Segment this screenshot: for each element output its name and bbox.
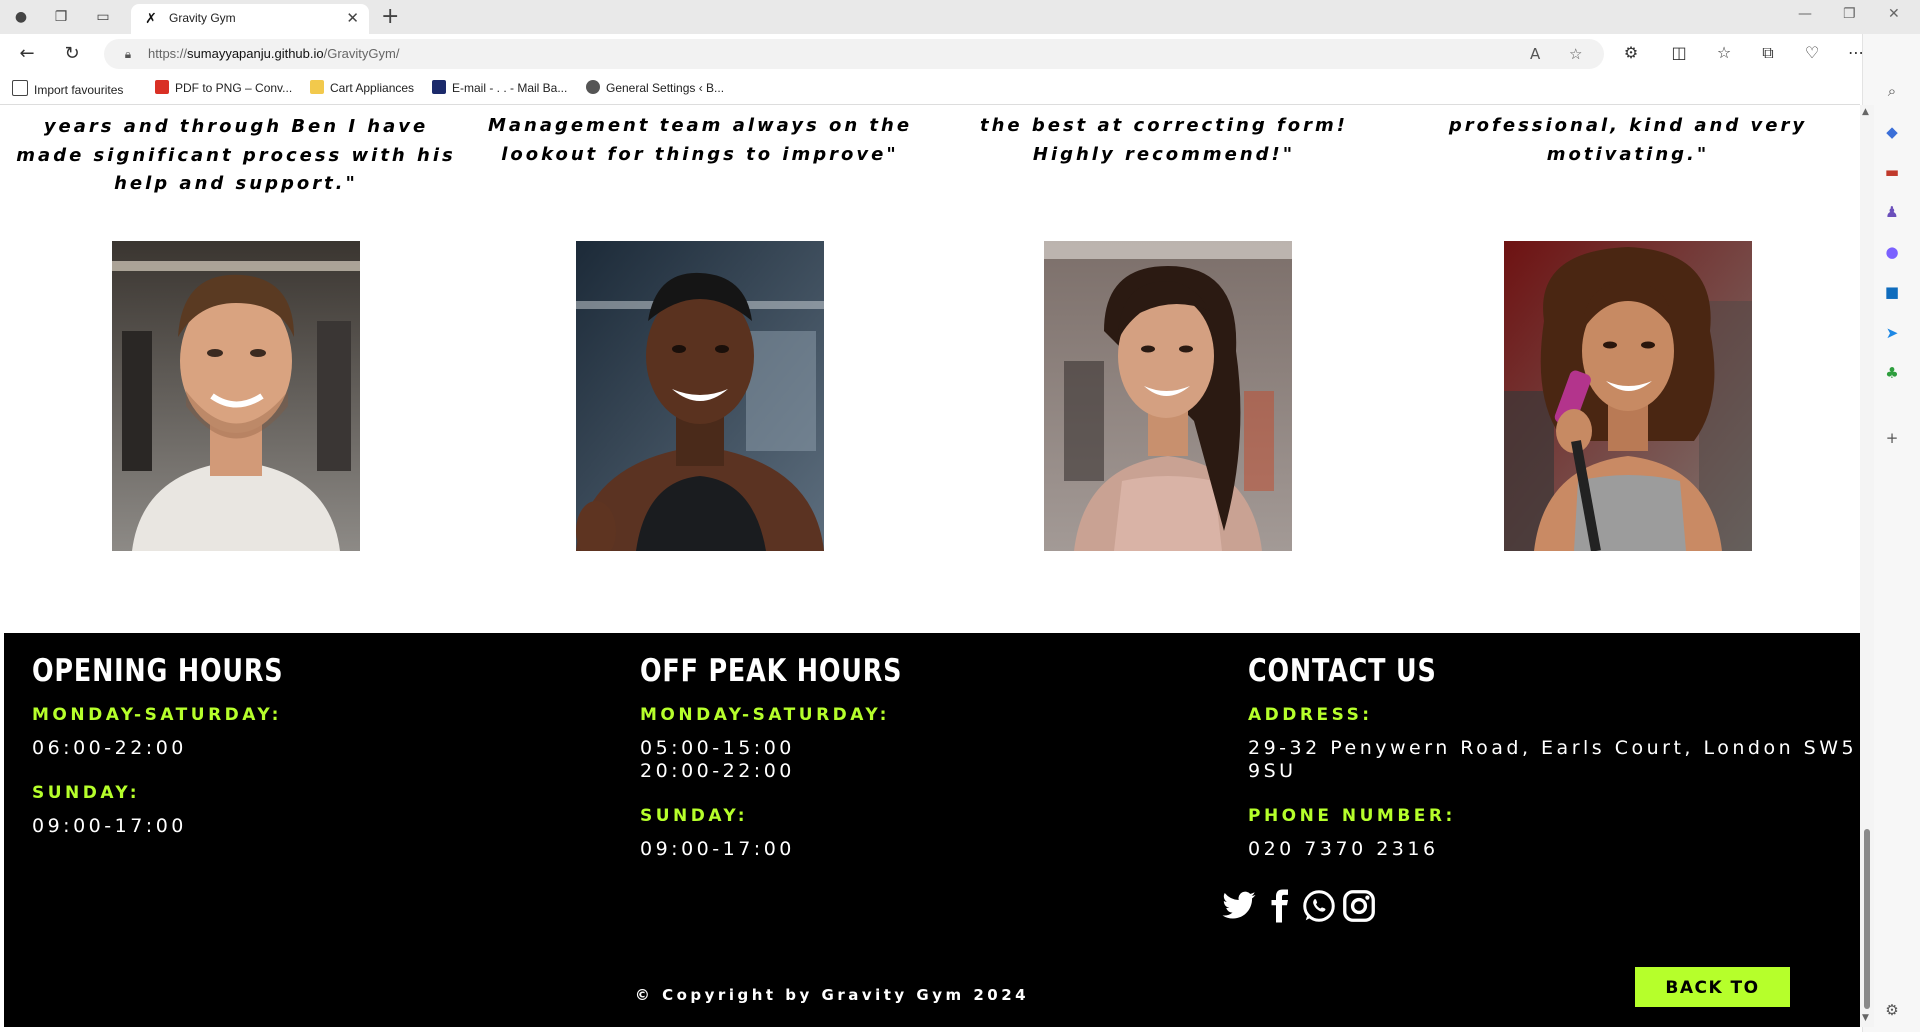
import-icon [12, 80, 28, 96]
sidebar-settings-icon[interactable]: ⚙ [1882, 1000, 1902, 1020]
site-footer: OPENING HOURS MONDAY-SATURDAY: 06:00-22:… [4, 633, 1860, 1027]
phone-label: PHONE NUMBER: [1248, 806, 1456, 826]
testimonial-photo [576, 241, 824, 551]
bookmark-pdf-to-png[interactable]: PDF to PNG – Conv... [155, 80, 292, 95]
url-text[interactable]: https://sumayyapanju.github.io/GravityGy… [148, 46, 399, 61]
scrollbar-thumb[interactable] [1864, 829, 1870, 1009]
tree-icon[interactable]: ♣ [1882, 363, 1902, 383]
bookmark-general-settings[interactable]: General Settings ‹ B... [586, 80, 724, 95]
weekday-label: MONDAY-SATURDAY: [32, 705, 282, 725]
facebook-icon[interactable] [1261, 888, 1297, 924]
testimonial-quote: professional, kind and very motivating." [1448, 115, 1808, 165]
add-sidebar-app-icon[interactable]: + [1882, 428, 1902, 448]
sunday-hours: 09:00-17:00 [640, 838, 795, 860]
contact-heading: CONTACT US [1248, 653, 1437, 689]
wordpress-icon [586, 80, 600, 94]
testimonial-quote: Management team always on the lookout fo… [487, 115, 913, 165]
sunday-label: SUNDAY: [32, 783, 141, 803]
page-viewport: years and through Ben I have made signif… [4, 105, 1860, 1027]
refresh-icon[interactable]: ↻ [61, 43, 83, 65]
mail-icon [432, 80, 446, 94]
page-scrollbar[interactable]: ▲ ▼ [1860, 105, 1874, 1027]
weekday-hours-morning: 05:00-15:00 [640, 737, 795, 759]
weekday-hours: 06:00-22:00 [32, 737, 187, 759]
games-icon[interactable]: ♟ [1882, 202, 1902, 222]
testimonial-quote: years and through Ben I have made signif… [16, 116, 456, 194]
bookmark-import-favourites[interactable]: Import favourites [12, 80, 123, 97]
address-toolbar: ← ↻ 🔒︎ https://sumayyapanju.github.io/Gr… [0, 34, 1920, 74]
weekday-label: MONDAY-SATURDAY: [640, 705, 890, 725]
split-screen-icon[interactable]: ◫ [1668, 43, 1690, 62]
tools-icon[interactable]: ▬ [1882, 162, 1902, 182]
bookmark-email[interactable]: E-mail - . . - Mail Ba... [432, 80, 567, 95]
phone-number: 020 7370 2316 [1248, 838, 1439, 860]
new-tab-icon[interactable]: + [381, 4, 399, 29]
favorite-star-icon[interactable]: ☆ [1569, 45, 1582, 63]
workspaces-icon[interactable]: ❐ [52, 8, 70, 26]
collections-icon[interactable]: ⧉ [1757, 43, 1779, 63]
close-tab-icon[interactable]: ✕ [346, 9, 359, 27]
browser-tab-strip: ● ❐ ▭ ✗ Gravity Gym ✕ + — ❐ ✕ [0, 0, 1920, 34]
scroll-up-arrow-icon[interactable]: ▲ [1862, 107, 1869, 117]
address-label: ADDRESS: [1248, 705, 1373, 725]
testimonial-photo [1044, 241, 1292, 551]
copilot-apps-icon[interactable]: ● [1882, 242, 1902, 262]
instagram-icon[interactable] [1341, 888, 1377, 924]
shopping-tag-icon[interactable]: ◆ [1882, 122, 1902, 142]
testimonial-photo [112, 241, 360, 551]
bookmark-cart-appliances[interactable]: Cart Appliances [310, 80, 414, 95]
bookmarks-bar: Import favourites PDF to PNG – Conv... C… [0, 74, 1860, 105]
close-window-icon[interactable]: ✕ [1888, 6, 1900, 22]
extensions-icon[interactable]: ⚙ [1620, 43, 1642, 62]
whatsapp-icon[interactable] [1301, 888, 1337, 924]
testimonials-section: years and through Ben I have made signif… [4, 105, 1860, 625]
search-icon[interactable]: ⌕ [1882, 81, 1902, 101]
scroll-down-arrow-icon[interactable]: ▼ [1862, 1013, 1869, 1023]
address-line-1: 29-32 Penywern Road, Earls Court, London… [1248, 737, 1858, 759]
send-icon[interactable]: ➤ [1882, 323, 1902, 343]
folder-icon [310, 80, 324, 94]
read-aloud-icon[interactable]: A [1530, 45, 1540, 63]
profile-icon[interactable]: ● [12, 8, 30, 26]
minimize-icon[interactable]: — [1798, 6, 1812, 22]
twitter-icon[interactable] [1221, 888, 1257, 924]
off-peak-heading: OFF PEAK HOURS [640, 653, 903, 689]
testimonial-quote: the best at correcting form! Highly reco… [979, 115, 1349, 165]
gym-favicon-icon: ✗ [145, 11, 157, 27]
restore-icon[interactable]: ❐ [1843, 6, 1856, 22]
address-bar[interactable]: 🔒︎ https://sumayyapanju.github.io/Gravit… [104, 39, 1604, 69]
lock-icon[interactable]: 🔒︎ [120, 46, 136, 62]
sunday-hours: 09:00-17:00 [32, 815, 187, 837]
back-icon[interactable]: ← [16, 43, 38, 65]
sunday-label: SUNDAY: [640, 806, 749, 826]
outlook-icon[interactable]: ■ [1882, 282, 1902, 302]
browser-essentials-icon[interactable]: ♡ [1801, 43, 1823, 62]
testimonial-photo [1504, 241, 1752, 551]
vertical-tabs-icon[interactable]: ▭ [94, 8, 112, 26]
tab-gravity-gym[interactable]: ✗ Gravity Gym ✕ [131, 4, 369, 34]
tab-title: Gravity Gym [169, 11, 236, 25]
back-to-top-button[interactable]: BACK TO TOP [1635, 967, 1790, 1027]
favorites-icon[interactable]: ☆ [1713, 43, 1735, 62]
weekday-hours-evening: 20:00-22:00 [640, 760, 795, 782]
opening-hours-heading: OPENING HOURS [32, 653, 284, 689]
pdf-icon [155, 80, 169, 94]
copyright-text: © Copyright by Gravity Gym 2024 [634, 986, 1030, 1004]
address-line-2: 9SU [1248, 760, 1297, 782]
